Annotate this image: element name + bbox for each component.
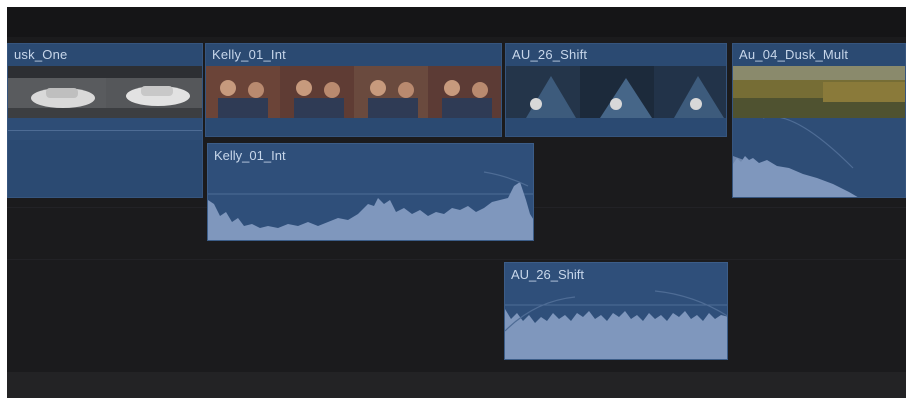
timeline-clip-au-04-dusk-mult[interactable]: Au_04_Dusk_Mult (732, 43, 906, 198)
audio-waveform (505, 290, 727, 359)
timeline-clip-usk-one[interactable]: usk_One (7, 43, 203, 198)
timeline-area: usk_One Kelly_01_Int AU_26_Shift Au_04_D… (7, 7, 906, 398)
clip-audio-band (733, 118, 905, 197)
clip-name: usk_One (14, 47, 68, 62)
audio-waveform (208, 171, 533, 240)
clip-filmstrip (733, 66, 905, 118)
audio-clip-au-26-shift[interactable]: AU_26_Shift (504, 262, 728, 360)
lane-divider (7, 259, 906, 260)
timeline-clip-au-26-shift[interactable]: AU_26_Shift (505, 43, 727, 137)
timeline-footer (7, 372, 906, 398)
clip-audio-band (8, 118, 202, 140)
timeline-ruler[interactable] (7, 7, 906, 37)
clip-name: Au_04_Dusk_Mult (739, 47, 849, 62)
timeline-clip-kelly-01-int[interactable]: Kelly_01_Int (205, 43, 502, 137)
clip-name: AU_26_Shift (512, 47, 588, 62)
clip-filmstrip (206, 66, 501, 118)
audio-clip-kelly-01-int[interactable]: Kelly_01_Int (207, 143, 534, 241)
clip-name: Kelly_01_Int (212, 47, 286, 62)
clip-filmstrip (506, 66, 726, 118)
clip-filmstrip (8, 66, 202, 118)
